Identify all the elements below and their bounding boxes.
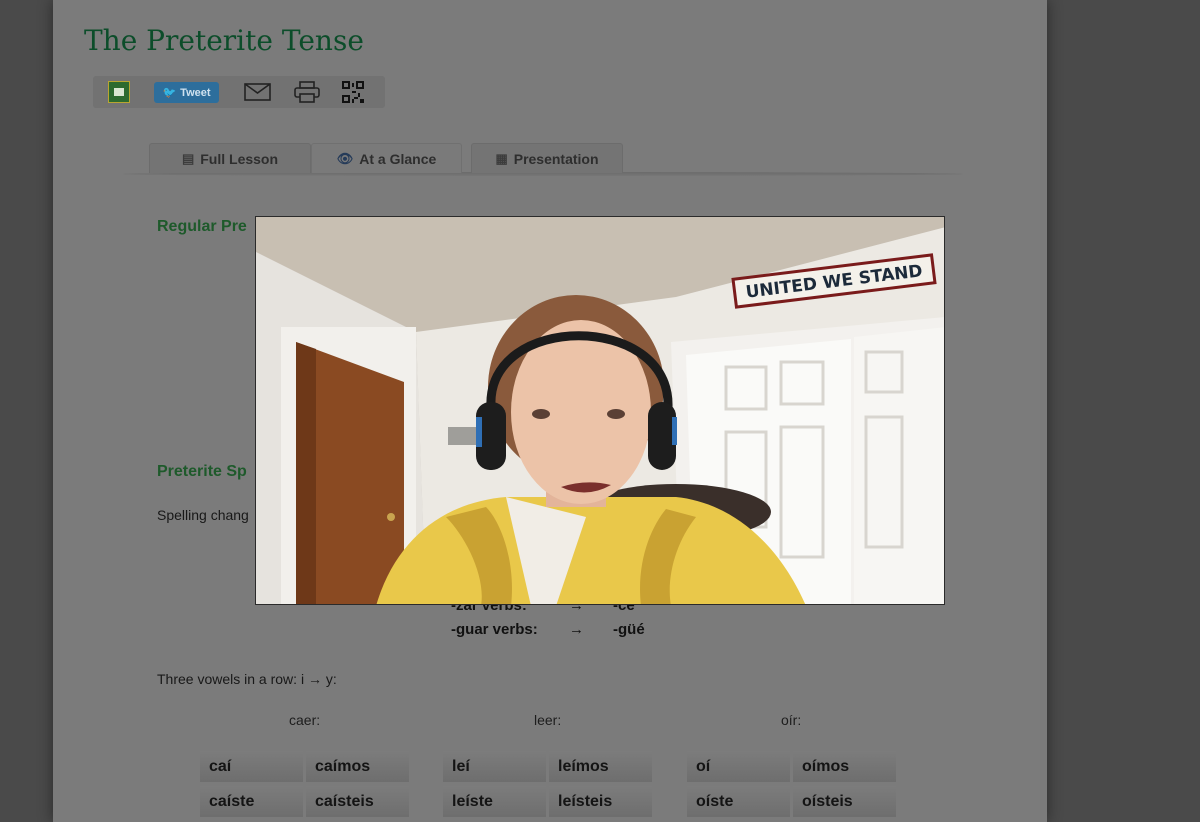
regular-preterite-heading: Regular Pre <box>157 218 247 235</box>
google-classroom-icon[interactable] <box>108 81 130 103</box>
verb-label-leer: leer: <box>534 712 562 728</box>
webcam-scene: UNITED WE STAND <box>256 217 944 604</box>
qr-code-icon[interactable] <box>341 81 365 103</box>
page-title: The Preterite Tense <box>84 24 364 57</box>
conjugation-cell: oí <box>687 751 790 782</box>
eye-icon: 👁 <box>336 150 354 166</box>
verb-label-oir: oír: <box>781 712 802 728</box>
book-icon: ▤ <box>181 150 195 166</box>
tab-full-lesson[interactable]: ▤ Full Lesson <box>149 143 311 173</box>
conjugation-cell: leímos <box>549 751 652 782</box>
presentation-icon: ▦ <box>495 150 508 166</box>
email-icon[interactable] <box>243 81 271 103</box>
conjugation-cell: leíste <box>443 786 546 817</box>
tab-label: Full Lesson <box>200 150 279 167</box>
printer-icon[interactable] <box>293 81 321 103</box>
conjugation-cell: caíste <box>200 786 303 817</box>
tab-at-a-glance[interactable]: 👁 At a Glance <box>311 143 462 173</box>
webcam-video-overlay[interactable]: UNITED WE STAND <box>255 216 945 605</box>
preterite-spelling-heading: Preterite Sp <box>157 463 247 480</box>
three-vowels-text: Three vowels in a row: i → y: <box>157 671 337 687</box>
tab-label: At a Glance <box>359 150 437 167</box>
conjugation-cell: leí <box>443 751 546 782</box>
rule-ending: -güé <box>613 621 645 638</box>
spelling-changes-text: Spelling chang <box>157 507 249 523</box>
spelling-rule-row: -guar verbs: → -güé <box>451 621 645 638</box>
conjugation-cell: oísteis <box>793 786 896 817</box>
verb-label-caer: caer: <box>289 712 321 728</box>
tab-presentation[interactable]: ▦ Presentation <box>471 143 623 173</box>
tab-label: Presentation <box>513 150 599 167</box>
rule-verb: -guar verbs: <box>451 621 538 638</box>
conjugation-cell: leísteis <box>549 786 652 817</box>
twitter-bird-icon: 🐦 <box>162 87 177 99</box>
conjugation-table-oir: oí oímos oíste oísteis <box>687 751 896 817</box>
arrow-icon: → <box>569 621 584 638</box>
conjugation-cell: caímos <box>306 751 409 782</box>
conjugation-cell: caí <box>200 751 303 782</box>
share-bar: 🐦 Tweet <box>93 76 385 108</box>
conjugation-cell: caísteis <box>306 786 409 817</box>
conjugation-table-caer: caí caímos caíste caísteis <box>200 751 409 817</box>
tweet-label: Tweet <box>180 86 211 99</box>
conjugation-table-leer: leí leímos leíste leísteis <box>443 751 652 817</box>
conjugation-cell: oíste <box>687 786 790 817</box>
conjugation-cell: oímos <box>793 751 896 782</box>
tweet-button[interactable]: 🐦 Tweet <box>154 82 219 103</box>
